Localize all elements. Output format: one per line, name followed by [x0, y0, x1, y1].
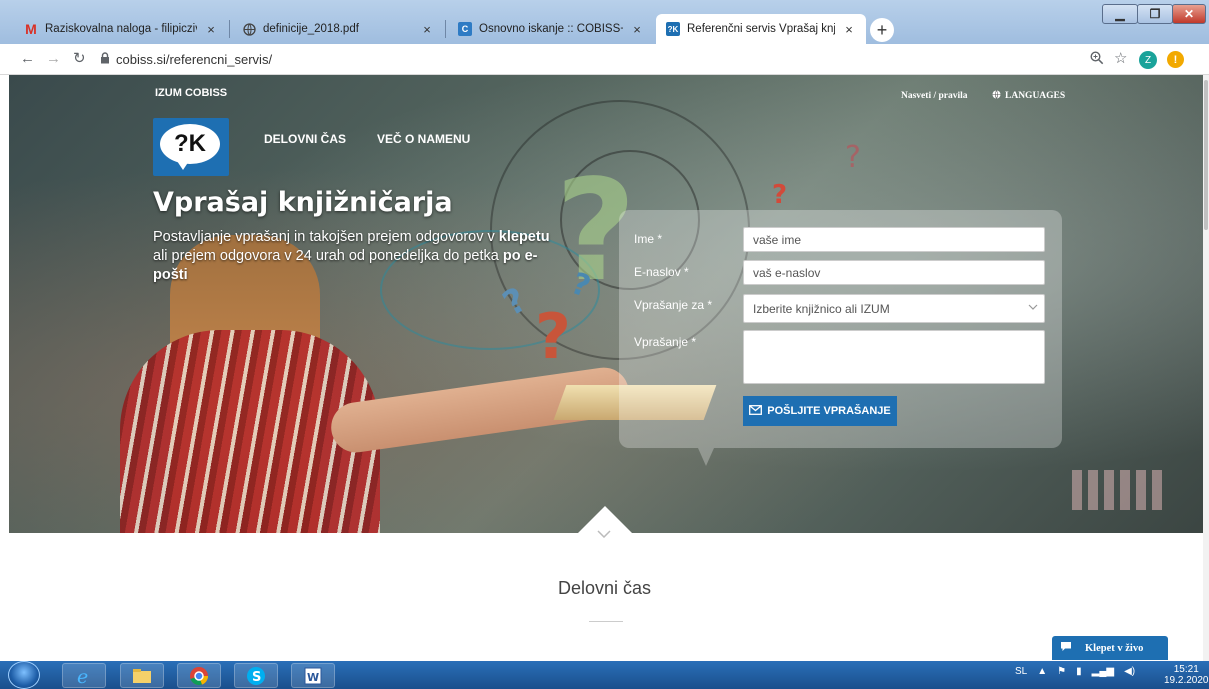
reload-icon[interactable]: ↻ — [73, 50, 86, 68]
forward-icon[interactable]: → — [46, 50, 61, 68]
section-title: Delovni čas — [557, 578, 652, 598]
logo-bubble-tail — [175, 158, 191, 170]
skype-icon[interactable]: S — [234, 663, 278, 688]
library-label: Vprašanje za * — [634, 298, 713, 312]
minimize-button[interactable]: ▁ — [1102, 4, 1138, 24]
close-icon[interactable]: × — [630, 22, 644, 37]
word-icon[interactable]: W — [291, 663, 335, 688]
address-bar[interactable]: cobiss.si/referencni_servis/ — [116, 52, 272, 67]
question-textarea[interactable] — [743, 330, 1045, 384]
nav-delovni-cas[interactable]: DELOVNI ČAS — [264, 132, 346, 146]
section-divider — [589, 621, 623, 622]
bookmark-star-icon[interactable]: ☆ — [1114, 50, 1127, 68]
question-label: Vprašanje * — [634, 335, 697, 349]
close-icon[interactable]: × — [204, 22, 218, 37]
tray-expand-icon[interactable]: ▲ — [1037, 666, 1047, 677]
svg-text:W: W — [307, 671, 319, 684]
chrome-icon[interactable] — [177, 663, 221, 688]
nav-vec-o-namenu[interactable]: VEČ O NAMENU — [377, 132, 470, 146]
advice-link[interactable]: Nasveti / pravila — [901, 91, 968, 101]
battery-icon[interactable]: ▮ — [1076, 666, 1082, 677]
clock-time: 15:21 — [1173, 664, 1199, 675]
submit-label: POŠLJITE VPRAŠANJE — [767, 405, 891, 417]
hero-text-chat: klepetu — [498, 229, 550, 245]
decor-question-mark: ? — [535, 300, 571, 373]
profile-avatar[interactable]: Z — [1139, 51, 1157, 69]
tab-title: definicije_2018.pdf — [263, 23, 359, 35]
hero-description: Postavljanje vprašanj in takojšen prejem… — [153, 228, 563, 285]
tab-title: Osnovno iskanje :: COBISS+ — [479, 23, 623, 35]
close-icon[interactable]: × — [842, 22, 856, 37]
chevron-down-icon — [1028, 299, 1038, 318]
library-select-value: Izberite knjižnico ali IZUM — [753, 301, 890, 316]
globe-icon — [992, 90, 1001, 102]
email-label: E-naslov * — [634, 265, 689, 279]
chevron-down-icon[interactable] — [597, 527, 611, 541]
brand-link[interactable]: IZUM COBISS — [155, 87, 227, 99]
submit-question-button[interactable]: POŠLJITE VPRAŠANJE — [743, 396, 897, 426]
chat-bubble-icon — [1060, 641, 1072, 655]
name-label: Ime * — [634, 232, 663, 246]
maximize-button[interactable]: ❐ — [1137, 4, 1173, 24]
clock-date: 19.2.2020 — [1164, 675, 1209, 686]
close-icon[interactable]: × — [420, 22, 434, 37]
tab-referencni-servis[interactable]: ?K Referenčni servis Vprašaj knjižnič × — [656, 14, 866, 44]
envelope-icon — [749, 404, 763, 418]
cobiss-icon: C — [458, 22, 472, 36]
live-chat-label: Klepet v živo — [1085, 642, 1144, 654]
vk-icon: ?K — [666, 22, 680, 36]
tab-title: Referenčni servis Vprašaj knjižnič — [687, 23, 835, 35]
start-button[interactable] — [8, 661, 40, 689]
new-tab-button[interactable]: + — [870, 18, 894, 42]
live-chat-button[interactable]: Klepet v živo — [1052, 636, 1168, 660]
lock-icon[interactable] — [100, 52, 110, 67]
languages-link[interactable]: LANGUAGES — [992, 90, 1065, 102]
library-select[interactable]: Izberite knjižnico ali IZUM — [743, 294, 1045, 323]
signal-icon[interactable]: ▂▄▆ — [1092, 666, 1114, 677]
tab-separator — [229, 20, 230, 38]
svg-text:e: e — [77, 666, 88, 686]
decor-building — [1072, 470, 1162, 510]
email-input[interactable]: vaš e-naslov — [743, 260, 1045, 285]
tab-gmail[interactable]: M Raziskovalna naloga - filipicziva1 × — [14, 14, 228, 44]
scrollbar-thumb[interactable] — [1204, 80, 1208, 230]
close-window-button[interactable]: ✕ — [1172, 4, 1206, 24]
tab-cobiss[interactable]: C Osnovno iskanje :: COBISS+ × — [448, 14, 654, 44]
globe-icon — [242, 22, 256, 36]
decor-question-mark: ? — [845, 140, 861, 175]
tab-separator — [445, 20, 446, 38]
languages-label: LANGUAGES — [1005, 91, 1066, 101]
vprasaj-knjiznicarja-logo[interactable]: ?K — [153, 118, 229, 176]
name-input[interactable]: vaše ime — [743, 227, 1045, 252]
tab-pdf[interactable]: definicije_2018.pdf × — [232, 14, 444, 44]
tab-title: Raziskovalna naloga - filipicziva1 — [45, 23, 197, 35]
input-language[interactable]: SL — [1015, 666, 1027, 677]
back-icon[interactable]: ← — [20, 50, 35, 68]
hero-title: Vprašaj knjižničarja — [153, 187, 453, 218]
ie-icon[interactable]: e — [62, 663, 106, 688]
system-tray: SL ▲ ⚑ ▮ ▂▄▆ ◀) — [1015, 666, 1135, 677]
explorer-icon[interactable] — [120, 663, 164, 688]
gmail-icon: M — [25, 21, 37, 37]
form-bubble-tail — [698, 448, 714, 466]
zoom-icon[interactable] — [1090, 51, 1104, 68]
warning-icon[interactable]: ! — [1167, 51, 1184, 68]
hero-text-part: Postavljanje vprašanj in takojšen prejem… — [153, 229, 499, 245]
volume-icon[interactable]: ◀) — [1124, 666, 1135, 677]
hero-text-part: ali prejem odgovora v 24 urah od ponedel… — [153, 248, 503, 264]
svg-text:S: S — [252, 670, 261, 685]
action-center-icon[interactable]: ⚑ — [1057, 666, 1066, 677]
taskbar-clock[interactable]: 15:21 19.2.2020 — [1164, 664, 1209, 686]
decor-question-mark: ? — [772, 180, 788, 210]
